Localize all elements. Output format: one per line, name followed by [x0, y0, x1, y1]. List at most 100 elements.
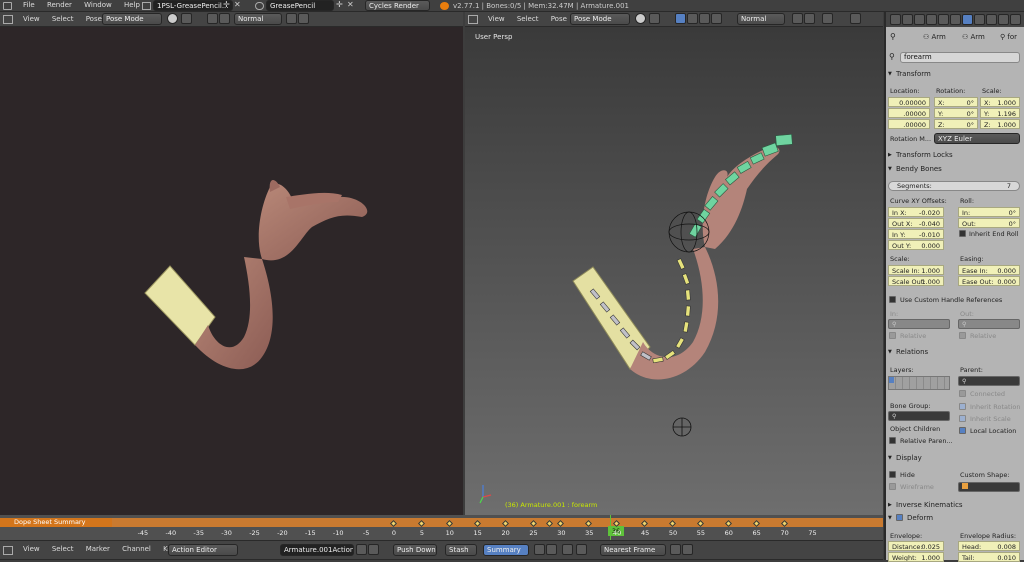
- fake-user-button[interactable]: [356, 544, 367, 555]
- shading-button[interactable]: [635, 13, 646, 24]
- handle-in-relative-checkbox[interactable]: [889, 332, 896, 339]
- location-x-field[interactable]: 0.00000: [888, 97, 930, 107]
- scale-button[interactable]: [711, 13, 722, 24]
- curve-out-y-field[interactable]: Out Y: 0.000: [888, 240, 944, 250]
- scene-icon[interactable]: [255, 2, 264, 10]
- push-down-button[interactable]: Push Down: [393, 544, 437, 556]
- search-filter-icon[interactable]: [576, 544, 587, 555]
- scene-field[interactable]: GreasePencil: [266, 0, 334, 11]
- curve-in-y-field[interactable]: In Y: -0.010: [888, 229, 944, 239]
- segments-field[interactable]: Segments: 7: [888, 181, 1020, 191]
- location-z-field[interactable]: .00000: [888, 119, 930, 129]
- menu-pose[interactable]: Pose: [86, 15, 102, 23]
- pivot-button[interactable]: [181, 13, 192, 24]
- menu-render[interactable]: Render: [47, 1, 72, 9]
- location-y-field[interactable]: .00000: [888, 108, 930, 118]
- breadcrumb-bone[interactable]: ⚲ for: [1000, 33, 1017, 41]
- envelope-weight-field[interactable]: Weight: 1.000: [888, 552, 944, 562]
- screen-add-icon[interactable]: ✛: [223, 0, 230, 9]
- menu-view[interactable]: View: [488, 15, 505, 23]
- layer-button[interactable]: [298, 13, 309, 24]
- filter-toggle[interactable]: [562, 544, 573, 555]
- connected-checkbox[interactable]: [959, 390, 966, 397]
- only-selected-toggle[interactable]: [534, 544, 545, 555]
- layer-button[interactable]: [792, 13, 803, 24]
- rotation-z-field[interactable]: Z: 0°: [934, 119, 978, 129]
- show-hidden-toggle[interactable]: [546, 544, 557, 555]
- manipulator-toggle[interactable]: [207, 13, 218, 24]
- menu-view[interactable]: View: [23, 15, 40, 23]
- rotation-y-field[interactable]: Y: 0°: [934, 108, 978, 118]
- parent-field[interactable]: ⚲: [958, 376, 1020, 386]
- mode-select[interactable]: Pose Mode: [570, 13, 630, 25]
- editor-type-icon[interactable]: [3, 15, 13, 24]
- scene-close-icon[interactable]: ✕: [347, 0, 354, 9]
- render-preview-icon[interactable]: [850, 13, 861, 24]
- deform-checkbox[interactable]: [896, 514, 903, 521]
- transform-panel-header[interactable]: Transform: [887, 68, 1024, 80]
- scale-x-field[interactable]: X: 1.000: [980, 97, 1020, 107]
- layer-button[interactable]: [804, 13, 815, 24]
- inherit-rotation-checkbox[interactable]: [959, 403, 966, 410]
- scale-z-field[interactable]: Z: 1.000: [980, 119, 1020, 129]
- right-viewport[interactable]: User Persp (36) Armature.001: forearm: [465, 27, 883, 515]
- hide-checkbox[interactable]: [889, 471, 896, 478]
- breadcrumb-armature-object[interactable]: ⚇ Arm: [923, 33, 946, 41]
- editor-mode-select[interactable]: Action Editor: [168, 544, 238, 556]
- material-tab-icon[interactable]: [986, 14, 997, 25]
- screen-close-icon[interactable]: ✕: [234, 0, 241, 9]
- scene-add-icon[interactable]: ✛: [336, 0, 343, 9]
- handle-in-field[interactable]: ⚲: [888, 319, 950, 329]
- action-field[interactable]: Armature.001Action: [280, 544, 354, 556]
- rotation-x-field[interactable]: X: 0°: [934, 97, 978, 107]
- scale-y-field[interactable]: Y: 1.196: [980, 108, 1020, 118]
- object-tab-icon[interactable]: [926, 14, 937, 25]
- translate-button[interactable]: [687, 13, 698, 24]
- translate-button[interactable]: [219, 13, 230, 24]
- data-tab-icon[interactable]: [950, 14, 961, 25]
- dope-sheet-summary-row[interactable]: Dope Sheet Summary: [0, 518, 112, 527]
- menu-window[interactable]: Window: [84, 1, 112, 9]
- inverse-kinematics-panel-header[interactable]: Inverse Kinematics: [887, 499, 1024, 511]
- transform-orientation-select[interactable]: Normal: [737, 13, 785, 25]
- menu-channel[interactable]: Channel: [122, 545, 151, 553]
- pin-icon[interactable]: ⚲: [890, 32, 896, 41]
- menu-view[interactable]: View: [23, 545, 40, 553]
- bone-constraint-tab-icon[interactable]: [974, 14, 985, 25]
- editor-type-icon[interactable]: [3, 546, 13, 555]
- ease-in-field[interactable]: Ease In: 0.000: [958, 265, 1020, 275]
- ease-out-field[interactable]: Ease Out: 0.000: [958, 276, 1020, 286]
- bone-layer-active[interactable]: [889, 377, 894, 383]
- world-tab-icon[interactable]: [914, 14, 925, 25]
- inherit-end-roll-checkbox[interactable]: [959, 230, 966, 237]
- handle-out-field[interactable]: ⚲: [958, 319, 1020, 329]
- editor-type-icon[interactable]: [468, 15, 478, 24]
- transform-orientation-select[interactable]: Normal: [234, 13, 282, 25]
- menu-select[interactable]: Select: [52, 15, 74, 23]
- menu-file[interactable]: File: [23, 1, 35, 9]
- scale-in-field[interactable]: Scale In: 1.000: [888, 265, 944, 275]
- render-engine-select[interactable]: Cycles Render: [365, 0, 430, 11]
- curve-in-x-field[interactable]: In X: -0.020: [888, 207, 944, 217]
- curve-out-x-field[interactable]: Out X: -0.040: [888, 218, 944, 228]
- deform-panel-header[interactable]: Deform: [887, 512, 1024, 524]
- snap-select[interactable]: Nearest Frame: [600, 544, 666, 556]
- handle-out-relative-checkbox[interactable]: [959, 332, 966, 339]
- mode-select[interactable]: Pose Mode: [102, 13, 162, 25]
- rotate-button[interactable]: [699, 13, 710, 24]
- rotation-mode-select[interactable]: XYZ Euler: [934, 133, 1020, 144]
- bone-name-field[interactable]: forearm: [900, 52, 1020, 63]
- breadcrumb-armature-data[interactable]: ⚇ Arm: [962, 33, 985, 41]
- screen-layout-field[interactable]: 1PSL-GreasePencil...: [153, 0, 233, 11]
- menu-marker[interactable]: Marker: [86, 545, 110, 553]
- relative-parent-checkbox[interactable]: [889, 437, 896, 444]
- shading-button[interactable]: [167, 13, 178, 24]
- envelope-head-field[interactable]: Head: 0.008: [958, 541, 1020, 551]
- stash-button[interactable]: Stash: [445, 544, 477, 556]
- new-action-button[interactable]: [368, 544, 379, 555]
- scale-out-field[interactable]: Scale Out: 1.000: [888, 276, 944, 286]
- paste-keys-button[interactable]: [682, 544, 693, 555]
- copy-keys-button[interactable]: [670, 544, 681, 555]
- roll-in-field[interactable]: In: 0°: [958, 207, 1020, 217]
- menu-select[interactable]: Select: [517, 15, 539, 23]
